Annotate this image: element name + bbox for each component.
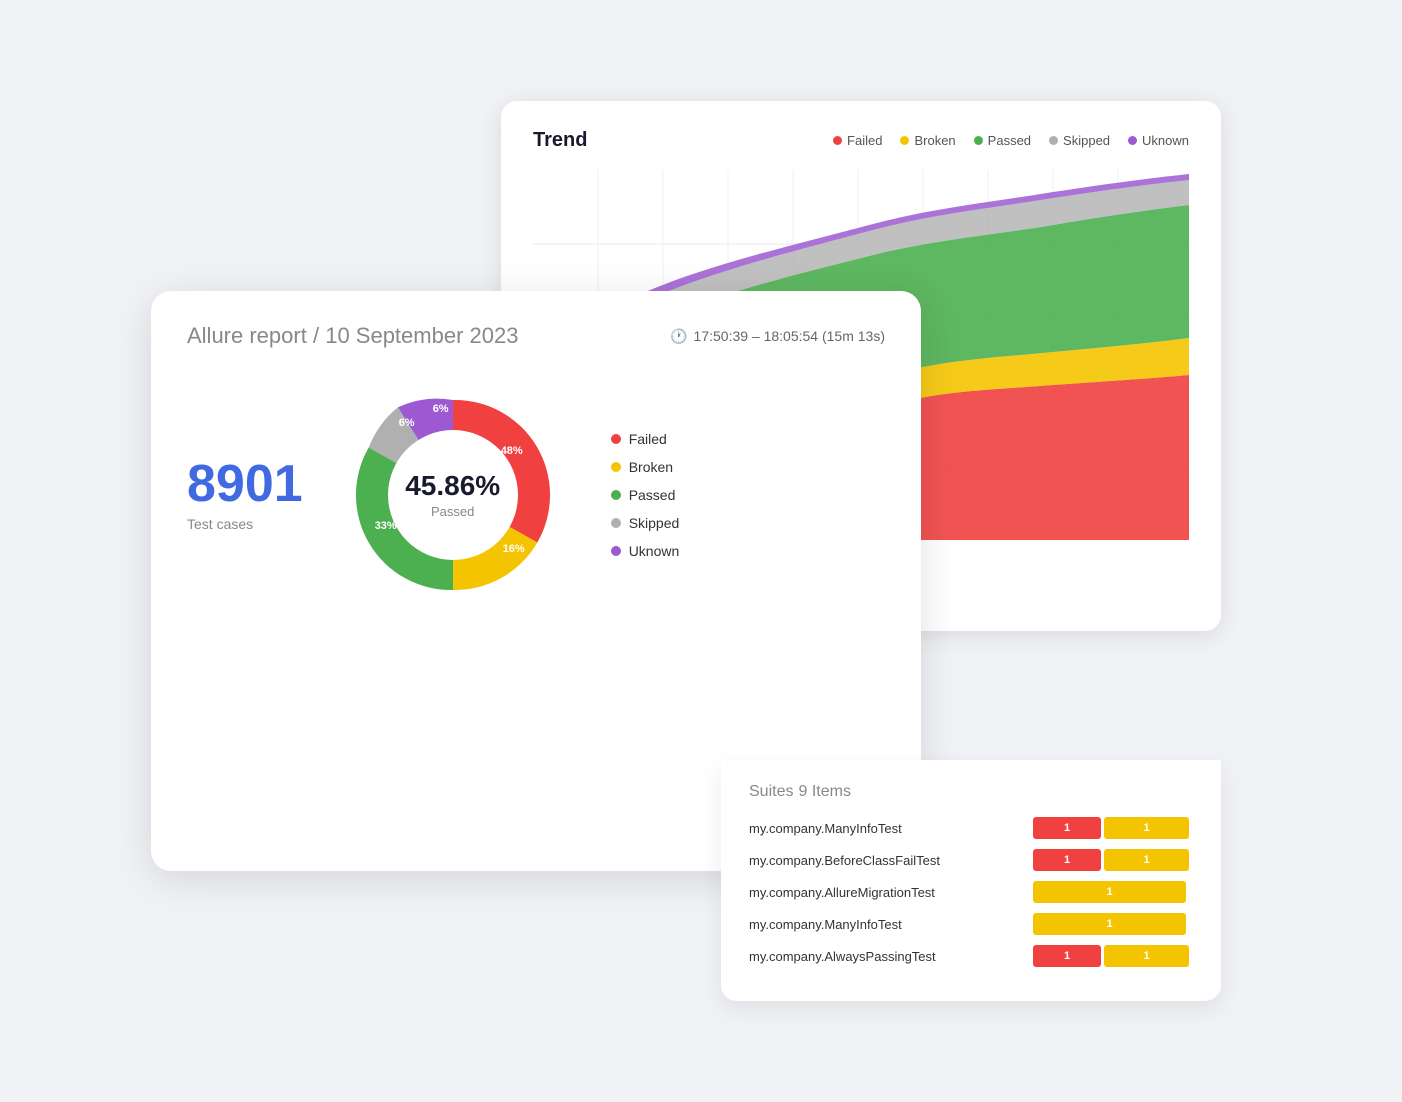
- suite-bar-1: 1 1: [1033, 849, 1193, 871]
- suite-row-4: my.company.AlwaysPassingTest 1 1: [749, 945, 1193, 967]
- chart-passed-dot: [611, 490, 621, 500]
- chart-failed-dot: [611, 434, 621, 444]
- legend-failed-label: Failed: [847, 133, 882, 148]
- chart-broken-dot: [611, 462, 621, 472]
- segment-label-failed: 33%: [375, 520, 397, 532]
- chart-legend-unknown: Uknown: [611, 543, 680, 559]
- chart-legend-skipped: Skipped: [611, 515, 680, 531]
- report-body: 8901 Test cases: [187, 385, 885, 605]
- segment-label-passed: 48%: [501, 445, 523, 457]
- suite-name-0: my.company.ManyInfoTest: [749, 821, 1033, 836]
- suites-count-num: 9 Items: [798, 783, 850, 800]
- legend-unknown-label: Uknown: [1142, 133, 1189, 148]
- test-count-number: 8901: [187, 458, 303, 510]
- chart-skipped-dot: [611, 518, 621, 528]
- chart-legend-failed: Failed: [611, 431, 680, 447]
- unknown-dot: [1128, 136, 1137, 145]
- trend-header: Trend Failed Broken Passed Skipped: [533, 129, 1189, 152]
- report-time: 🕐 17:50:39 – 18:05:54 (15m 13s): [670, 328, 885, 345]
- suite-bar-4: 1 1: [1033, 945, 1193, 967]
- chart-skipped-label: Skipped: [629, 515, 680, 531]
- bar-red-4: 1: [1033, 945, 1101, 967]
- broken-dot: [900, 136, 909, 145]
- clock-icon: 🕐: [670, 328, 687, 345]
- trend-title: Trend: [533, 129, 587, 152]
- chart-legend: Failed Broken Passed Skipped Uknown: [611, 431, 680, 559]
- legend-unknown: Uknown: [1128, 133, 1189, 148]
- chart-unknown-label: Uknown: [629, 543, 680, 559]
- bar-yellow-0: 1: [1104, 817, 1189, 839]
- suite-bar-0: 1 1: [1033, 817, 1193, 839]
- test-count: 8901 Test cases: [187, 458, 303, 532]
- suites-panel: Suites 9 Items my.company.ManyInfoTest 1…: [721, 760, 1221, 1001]
- chart-legend-passed: Passed: [611, 487, 680, 503]
- bar-yellow-3: 1: [1033, 913, 1186, 935]
- bar-yellow-1: 1: [1104, 849, 1189, 871]
- chart-failed-label: Failed: [629, 431, 667, 447]
- donut-chart: 33% 16% 48% 6% 6% 45.86% Passed: [343, 385, 563, 605]
- chart-legend-broken: Broken: [611, 459, 680, 475]
- suite-row-3: my.company.ManyInfoTest 1: [749, 913, 1193, 935]
- report-header: Allure report / 10 September 2023 🕐 17:5…: [187, 323, 885, 349]
- segment-label-broken: 16%: [503, 543, 525, 555]
- donut-percent: 45.86%: [405, 471, 500, 502]
- donut-passed-label: Passed: [405, 504, 500, 519]
- segment-label-unknown: 6%: [433, 403, 449, 415]
- report-title-main: Allure report: [187, 323, 307, 348]
- suite-name-3: my.company.ManyInfoTest: [749, 917, 1033, 932]
- report-time-text: 17:50:39 – 18:05:54 (15m 13s): [694, 328, 885, 344]
- legend-broken: Broken: [900, 133, 955, 148]
- suite-name-4: my.company.AlwaysPassingTest: [749, 949, 1033, 964]
- legend-broken-label: Broken: [914, 133, 955, 148]
- bar-red-0: 1: [1033, 817, 1101, 839]
- suite-bar-2: 1: [1033, 881, 1193, 903]
- legend-skipped: Skipped: [1049, 133, 1110, 148]
- suite-bar-3: 1: [1033, 913, 1193, 935]
- report-date: 10 September 2023: [325, 323, 518, 348]
- segment-label-skipped: 6%: [399, 417, 415, 429]
- suite-name-2: my.company.AllureMigrationTest: [749, 885, 1033, 900]
- bar-red-1: 1: [1033, 849, 1101, 871]
- chart-unknown-dot: [611, 546, 621, 556]
- suite-row-0: my.company.ManyInfoTest 1 1: [749, 817, 1193, 839]
- chart-broken-label: Broken: [629, 459, 673, 475]
- suites-title-text: Suites: [749, 783, 793, 800]
- chart-passed-label: Passed: [629, 487, 676, 503]
- suite-name-1: my.company.BeforeClassFailTest: [749, 853, 1033, 868]
- bar-yellow-2: 1: [1033, 881, 1186, 903]
- passed-dot: [974, 136, 983, 145]
- report-title: Allure report / 10 September 2023: [187, 323, 518, 349]
- report-title-separator: /: [313, 323, 325, 348]
- bar-yellow-4: 1: [1104, 945, 1189, 967]
- failed-dot: [833, 136, 842, 145]
- suites-title: Suites 9 Items: [749, 780, 1193, 801]
- trend-legend: Failed Broken Passed Skipped Uknown: [833, 133, 1189, 148]
- donut-center: 45.86% Passed: [405, 471, 500, 519]
- suite-row-1: my.company.BeforeClassFailTest 1 1: [749, 849, 1193, 871]
- legend-skipped-label: Skipped: [1063, 133, 1110, 148]
- test-count-label: Test cases: [187, 516, 253, 532]
- legend-failed: Failed: [833, 133, 882, 148]
- skipped-dot: [1049, 136, 1058, 145]
- scene: Trend Failed Broken Passed Skipped: [151, 101, 1251, 1001]
- legend-passed-label: Passed: [988, 133, 1031, 148]
- suite-row-2: my.company.AllureMigrationTest 1: [749, 881, 1193, 903]
- legend-passed: Passed: [974, 133, 1031, 148]
